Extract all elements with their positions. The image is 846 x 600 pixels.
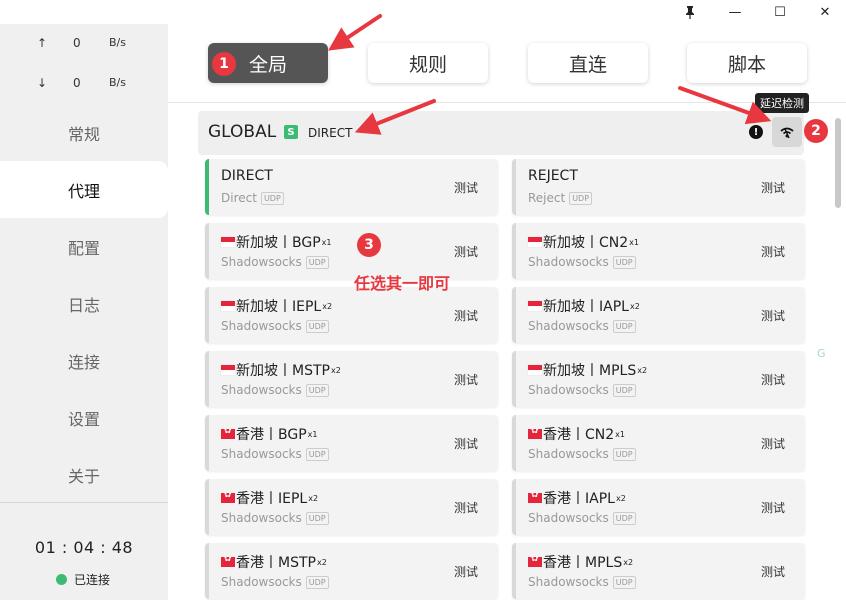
annotation-note: 任选其一即可 — [354, 274, 451, 293]
annotation-arrows — [328, 14, 772, 135]
annotation-arrow-3 — [354, 99, 436, 135]
annotation-badge-3: 3 — [357, 233, 381, 257]
annotation-arrow-1 — [328, 14, 382, 51]
annotation-badge-2: 2 — [804, 119, 828, 143]
annotation-badge-1: 1 — [212, 52, 236, 76]
annotation-arrow-2 — [678, 86, 772, 125]
